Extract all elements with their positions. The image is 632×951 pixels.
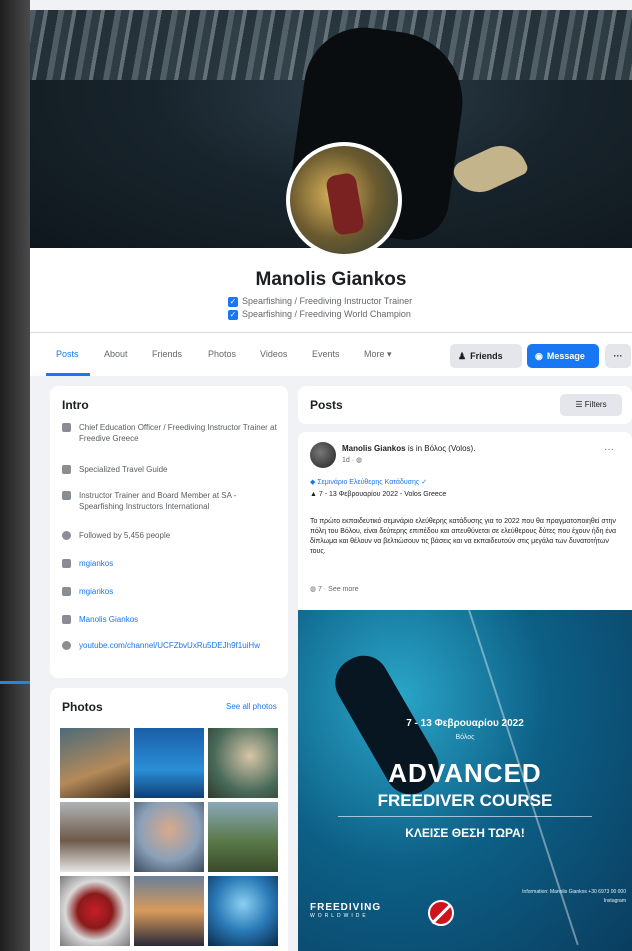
post-timestamp[interactable]: 1d · ◍: [342, 456, 362, 464]
message-button[interactable]: ◉ Message: [527, 344, 599, 368]
tab-about[interactable]: About: [104, 349, 128, 359]
intro-title: Intro: [62, 398, 89, 412]
intro-text: Instructor Trainer and Board Member at S…: [79, 491, 237, 511]
profile-avatar[interactable]: [286, 142, 402, 258]
poster-divider: [338, 816, 592, 817]
post-author-name[interactable]: Manolis Giankos: [342, 444, 406, 453]
tab-videos[interactable]: Videos: [260, 349, 287, 359]
friends-button[interactable]: ♟ Friends: [450, 344, 522, 368]
tab-photos[interactable]: Photos: [208, 349, 236, 359]
background-strip: [0, 0, 58, 951]
post-options-icon[interactable]: ···: [604, 444, 614, 455]
briefcase-icon: [62, 465, 71, 474]
poster-info: Information: Manolis Giankos +30 6973 00…: [522, 889, 626, 904]
post-location: is in Βόλος (Volos).: [407, 444, 476, 453]
photo-thumbnail[interactable]: [134, 802, 204, 872]
poster-cta: ΚΛΕΙΣΕ ΘΕΣΗ ΤΩΡΑ!: [405, 826, 525, 840]
logo-main-text: FREEDIVING: [310, 902, 382, 913]
active-tab-indicator: [46, 373, 90, 376]
intro-item-work: Specialized Travel Guide: [62, 464, 282, 475]
intro-item-twitter[interactable]: mgiankos: [62, 586, 282, 597]
freediving-logo: FREEDIVING WORLDWIDE: [310, 902, 410, 919]
poster-date: 7 - 13 Φεβρουαρίου 2022: [406, 718, 524, 729]
dive-flag-icon: [428, 900, 454, 926]
profile-name: Manolis Giankos: [255, 269, 407, 290]
photos-title: Photos: [62, 700, 103, 714]
photos-card: Photos See all photos: [50, 688, 288, 951]
filters-button[interactable]: ☰ Filters: [560, 394, 622, 416]
intro-item-linkedin[interactable]: Manolis Giankos: [62, 614, 282, 625]
bio-text: Spearfishing / Freediving World Champion: [242, 309, 411, 319]
intro-text: Followed by 5,456 people: [79, 531, 171, 540]
linkedin-icon: [62, 615, 71, 624]
fin-shape: [450, 136, 530, 202]
intro-item-followers: Followed by 5,456 people: [62, 530, 282, 541]
photo-thumbnail[interactable]: [208, 802, 278, 872]
friends-button-label: Friends: [470, 351, 503, 361]
instagram-icon: [62, 559, 71, 568]
posts-header: Posts ☰ Filters: [298, 386, 632, 424]
tab-events[interactable]: Events: [312, 349, 340, 359]
post-date-line: ▲ 7 - 13 Φεβρουαρίου 2022 - Volos Greece: [310, 491, 447, 498]
profile-tabs: Posts About Friends Photos Videos Events…: [30, 332, 632, 376]
post-image[interactable]: 7 - 13 Φεβρουαρίου 2022 Βόλος ADVANCED F…: [298, 610, 632, 951]
intro-link[interactable]: mgiankos: [79, 586, 113, 597]
poster-title: ADVANCED: [388, 758, 542, 788]
intro-text: Specialized Travel Guide: [79, 465, 168, 474]
twitter-icon: [62, 587, 71, 596]
bio-line: ✓ Spearfishing / Freediving Instructor T…: [228, 295, 488, 308]
photo-thumbnail[interactable]: [60, 728, 130, 798]
intro-card: Intro Chief Education Officer / Freedivi…: [50, 386, 288, 678]
posts-title: Posts: [310, 398, 343, 412]
avatar-figure: [325, 171, 365, 237]
see-all-photos-link[interactable]: See all photos: [226, 702, 277, 711]
bio-text: Spearfishing / Freediving Instructor Tra…: [242, 296, 413, 306]
tab-more[interactable]: More ▾: [364, 349, 392, 360]
person-icon: ♟: [458, 351, 467, 361]
post-body: Το πρώτο εκπαιδευτικό σεμινάριο ελεύθερη…: [310, 518, 617, 555]
intro-link[interactable]: Manolis Giankos: [79, 614, 138, 625]
photo-thumbnail[interactable]: [208, 728, 278, 798]
more-options-button[interactable]: ···: [605, 344, 631, 368]
photo-thumbnail[interactable]: [134, 876, 204, 946]
intro-item-youtube[interactable]: youtube.com/channel/UCFZbvUxRu5DEJh9f1ui…: [62, 640, 282, 651]
intro-text: Chief Education Officer / Freediving Ins…: [79, 423, 277, 443]
briefcase-icon: [62, 491, 71, 500]
post-author-line: Manolis Giankos is in Βόλος (Volos).: [342, 444, 475, 453]
intro-link[interactable]: youtube.com/channel/UCFZbvUxRu5DEJh9f1ui…: [79, 640, 260, 651]
post-tagline: ◆ Σεμινάριο Ελεύθερης Κατάδυσης ✓: [310, 479, 428, 486]
post-card: Manolis Giankos is in Βόλος (Volos). 1d …: [298, 432, 632, 951]
tab-friends[interactable]: Friends: [152, 349, 182, 359]
poster-city: Βόλος: [455, 734, 475, 741]
intro-item-work: Instructor Trainer and Board Member at S…: [62, 490, 282, 512]
poster-subtitle: FREEDIVER COURSE: [377, 791, 553, 810]
post-author-avatar[interactable]: [310, 442, 336, 468]
check-icon: ✓: [228, 296, 238, 307]
photo-grid: [60, 728, 278, 946]
intro-item-instagram[interactable]: mgiankos: [62, 558, 282, 569]
tab-posts[interactable]: Posts: [56, 349, 79, 359]
rss-icon: [62, 531, 71, 540]
photo-thumbnail[interactable]: [208, 876, 278, 946]
message-button-label: Message: [546, 351, 585, 361]
globe-icon: [62, 641, 71, 650]
briefcase-icon: [62, 423, 71, 432]
check-icon: ✓: [228, 309, 238, 320]
photo-thumbnail[interactable]: [60, 802, 130, 872]
bio-line: ✓ Spearfishing / Freediving World Champi…: [228, 308, 488, 321]
intro-item-work: Chief Education Officer / Freediving Ins…: [62, 422, 282, 444]
logo-sub-text: WORLDWIDE: [310, 913, 369, 919]
photo-thumbnail[interactable]: [134, 728, 204, 798]
profile-page: Manolis Giankos ✓ Spearfishing / Freediv…: [30, 0, 632, 951]
see-more-link[interactable]: ◍ 7 · See more: [310, 585, 359, 593]
photo-thumbnail[interactable]: [60, 876, 130, 946]
profile-bio: ✓ Spearfishing / Freediving Instructor T…: [228, 295, 488, 321]
messenger-icon: ◉: [535, 351, 543, 361]
intro-link[interactable]: mgiankos: [79, 558, 113, 569]
